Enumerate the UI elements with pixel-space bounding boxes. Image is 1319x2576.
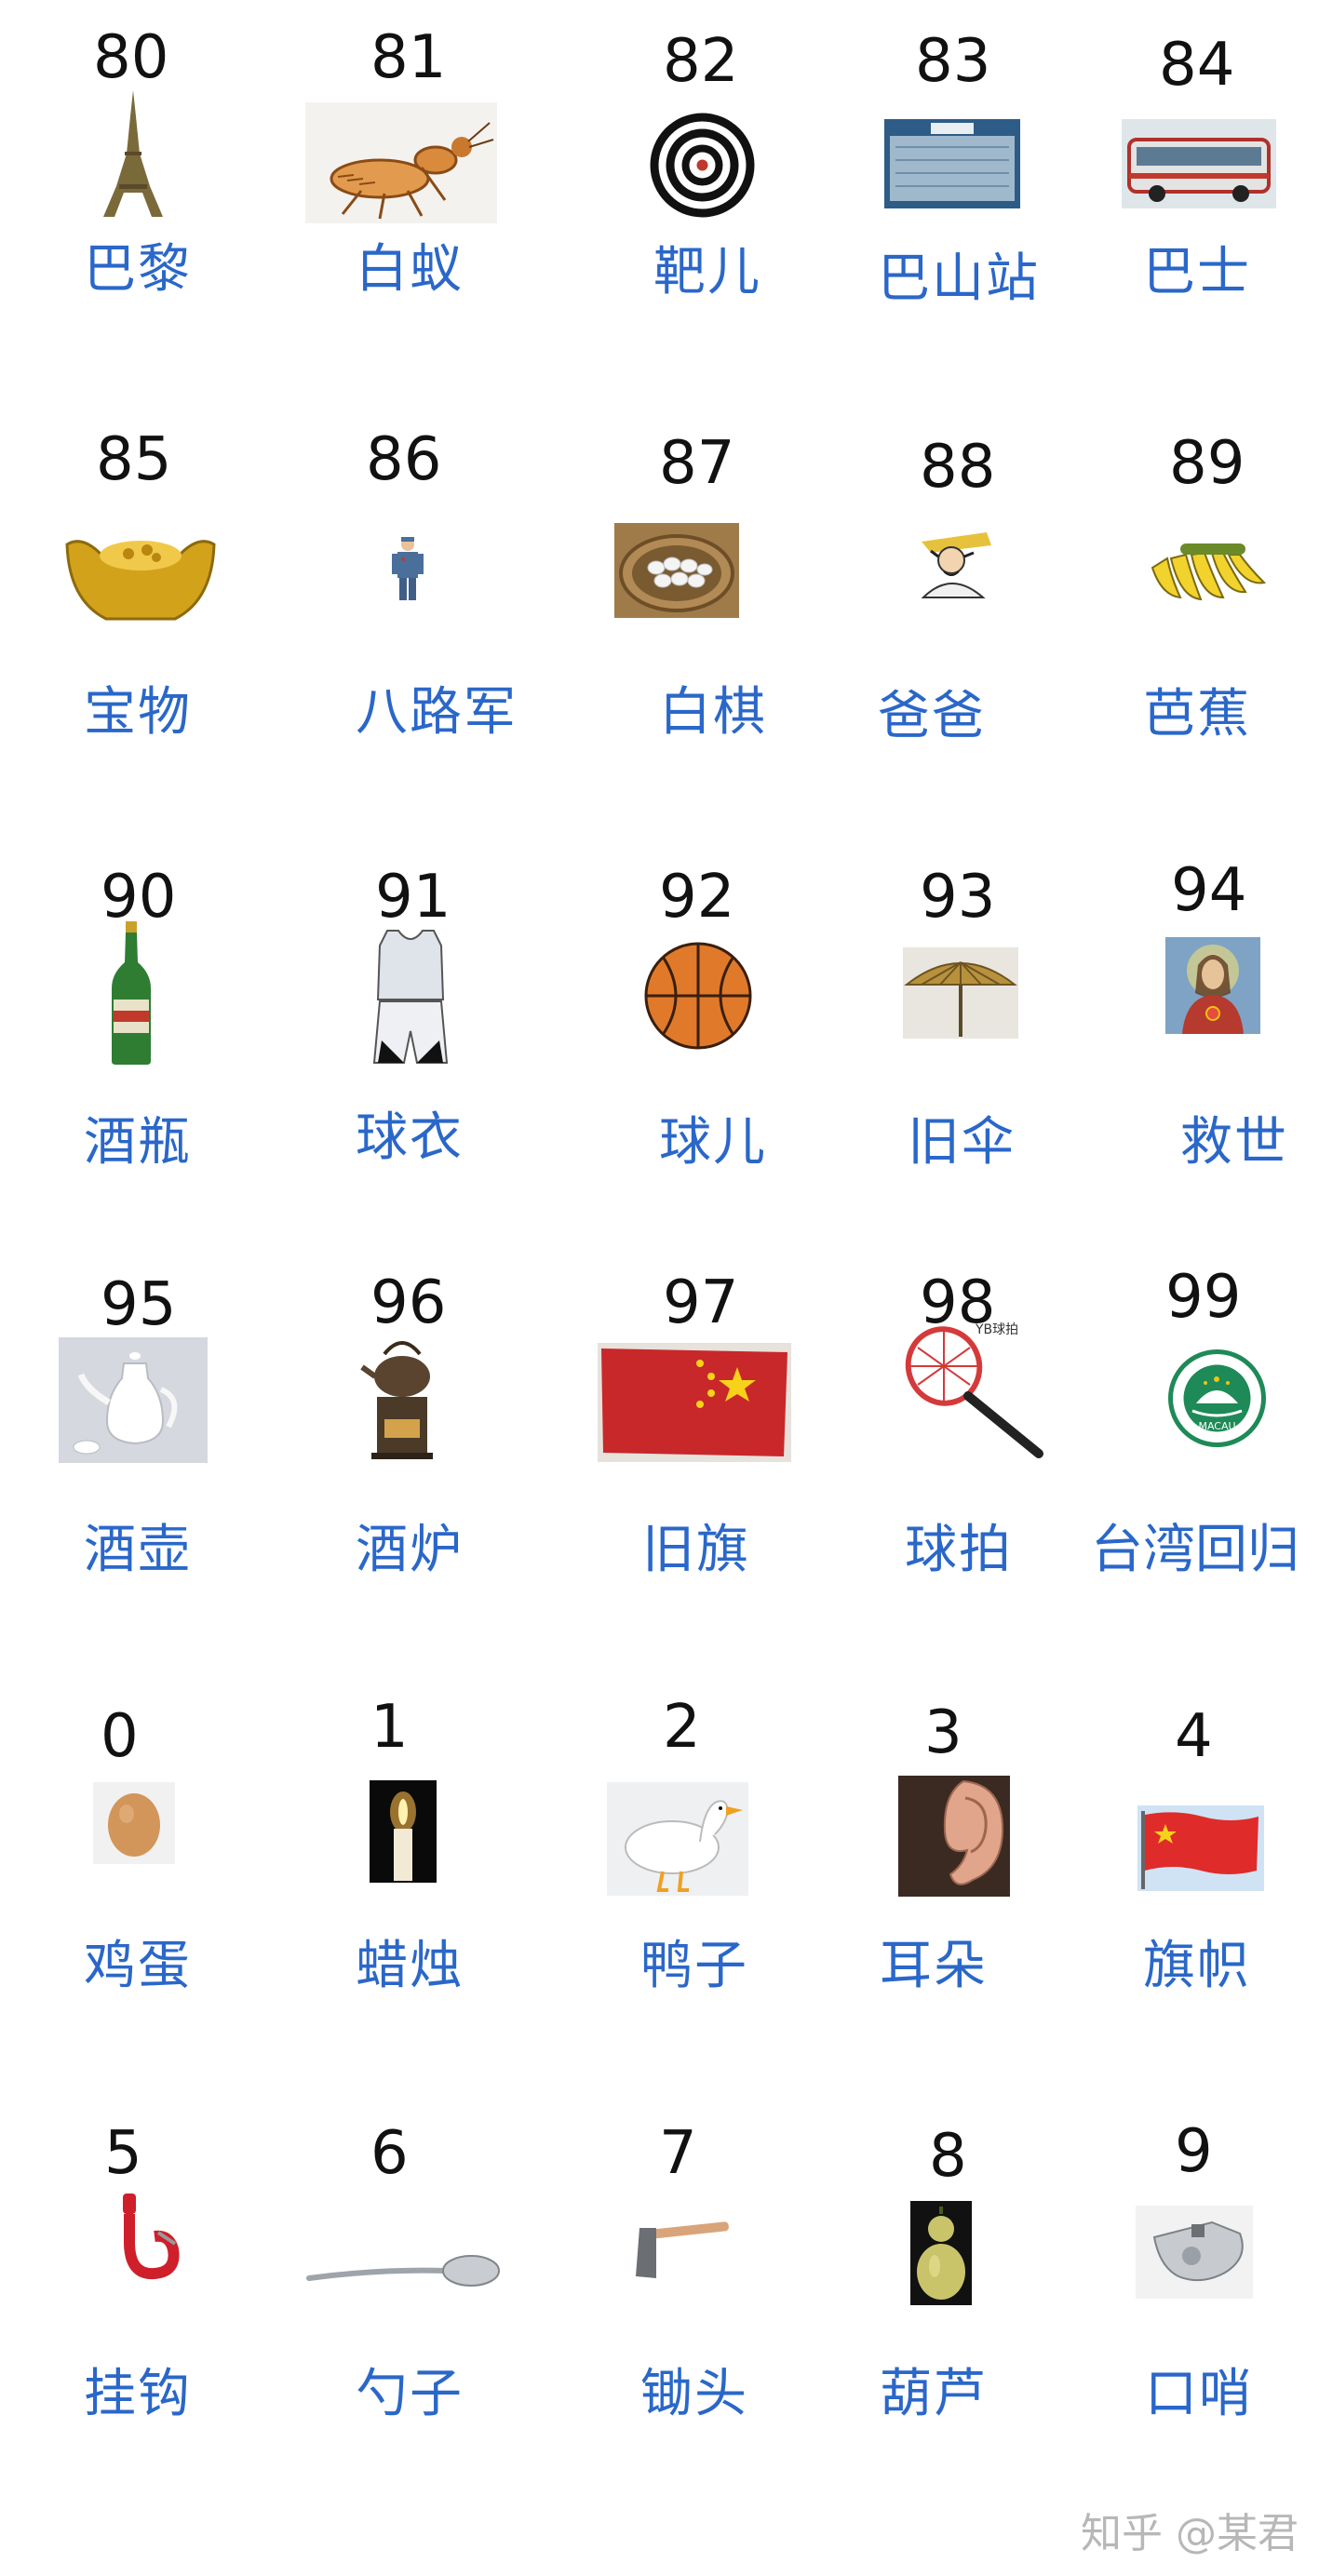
peg-word: 勺子 — [356, 2364, 464, 2424]
peg-word: 鸭子 — [640, 1936, 748, 1996]
peg-number: 0 — [101, 1702, 139, 1771]
peg-word: 白蚁 — [356, 239, 464, 300]
peg-number: 1 — [370, 1693, 409, 1762]
peg-number: 92 — [659, 863, 735, 932]
peg-word: 八路军 — [356, 682, 518, 743]
peg-word: 葫芦 — [880, 2364, 988, 2424]
peg-word: 爸爸 — [878, 686, 986, 746]
gourd-icon — [910, 2201, 972, 2305]
peg-word: 宝物 — [84, 682, 192, 743]
peg-word: 巴士 — [1143, 242, 1251, 302]
peg-word: 锄头 — [640, 2364, 748, 2424]
peg-number: 95 — [101, 1270, 177, 1339]
peg-word: 台湾回归 — [1091, 1520, 1299, 1580]
basketball-icon — [642, 940, 754, 1052]
peg-number: 84 — [1159, 31, 1235, 100]
spoon-icon — [305, 2250, 503, 2297]
peg-word: 球拍 — [905, 1520, 1013, 1580]
peg-number: 2 — [663, 1693, 701, 1762]
peg-word: 旧旗 — [642, 1520, 750, 1580]
peg-word: 酒炉 — [356, 1520, 464, 1580]
termite-icon — [305, 102, 497, 223]
peg-number: 89 — [1169, 429, 1245, 498]
jersey-icon — [370, 929, 451, 1067]
wine-pot-icon — [59, 1337, 208, 1463]
peg-number: 82 — [663, 27, 739, 96]
wine-stove-icon — [357, 1335, 448, 1461]
peg-word: 耳朵 — [880, 1936, 988, 1996]
racket-icon: YB球拍 — [899, 1320, 1048, 1461]
peg-word: 球儿 — [659, 1112, 767, 1173]
old-umbrella-icon — [903, 947, 1018, 1039]
soldier-icon — [375, 535, 440, 602]
peg-number: 83 — [915, 27, 991, 96]
flag-icon — [1137, 1805, 1264, 1891]
bananas-icon — [1143, 530, 1272, 605]
peg-word: 芭蕉 — [1143, 684, 1251, 745]
peg-word: 白棋 — [659, 682, 767, 743]
emblem-text: MACAU — [1198, 1420, 1236, 1432]
peg-word: 鸡蛋 — [84, 1936, 192, 1996]
egg-icon — [93, 1782, 175, 1864]
beer-bottle-icon — [110, 921, 153, 1065]
peg-number: 91 — [375, 863, 451, 932]
station-board-icon — [884, 119, 1020, 208]
peg-word: 球衣 — [356, 1107, 464, 1168]
peg-number: 94 — [1171, 856, 1247, 925]
peg-word: 旗帜 — [1143, 1936, 1251, 1996]
peg-number: 81 — [370, 23, 447, 92]
peg-word: 挂钩 — [84, 2364, 192, 2424]
peg-number: 5 — [104, 2119, 142, 2188]
peg-word: 巴山站 — [878, 248, 1040, 309]
peg-number: 88 — [920, 433, 996, 502]
peg-number: 97 — [663, 1268, 739, 1337]
father-icon — [903, 523, 1005, 599]
peg-word: 酒瓶 — [84, 1112, 192, 1173]
gold-ingot-icon — [63, 526, 218, 626]
peg-number: 99 — [1165, 1263, 1242, 1332]
peg-word: 酒壶 — [84, 1520, 192, 1580]
target-icon — [649, 112, 756, 219]
peg-number: 4 — [1175, 1702, 1213, 1771]
hook-icon — [102, 2192, 197, 2294]
bus-icon — [1122, 119, 1276, 208]
old-flag-icon — [598, 1343, 791, 1462]
badge-text: YB球拍 — [976, 1322, 1019, 1337]
peg-number: 80 — [93, 23, 169, 92]
peg-number: 7 — [659, 2119, 697, 2188]
peg-number: 3 — [924, 1698, 962, 1767]
peg-number: 96 — [370, 1268, 447, 1337]
peg-number: 8 — [929, 2122, 967, 2191]
peg-number: 90 — [101, 863, 177, 932]
peg-word: 靶儿 — [653, 242, 761, 302]
hoe-icon — [628, 2219, 733, 2284]
peg-number: 6 — [370, 2119, 409, 2188]
whistle-icon — [1136, 2206, 1253, 2299]
peg-word: 旧伞 — [908, 1112, 1016, 1173]
peg-number: 87 — [659, 429, 735, 498]
go-stones-icon — [614, 523, 739, 618]
eiffel-tower-icon — [96, 88, 170, 219]
peg-number: 9 — [1175, 2117, 1213, 2186]
savior-portrait-icon — [1165, 937, 1260, 1034]
watermark: 知乎 @某君 — [1081, 2510, 1299, 2557]
peg-word: 救世 — [1180, 1112, 1288, 1173]
peg-word: 巴黎 — [84, 239, 192, 300]
ear-icon — [898, 1776, 1010, 1897]
peg-number: 93 — [920, 863, 996, 932]
emblem-icon: MACAU — [1168, 1349, 1266, 1447]
peg-number: 86 — [366, 425, 442, 494]
peg-word: 蜡烛 — [356, 1936, 464, 1996]
peg-number: 85 — [96, 425, 172, 494]
candle-icon — [370, 1780, 437, 1883]
peg-word: 口哨 — [1145, 2364, 1253, 2424]
duck-icon — [607, 1782, 748, 1896]
